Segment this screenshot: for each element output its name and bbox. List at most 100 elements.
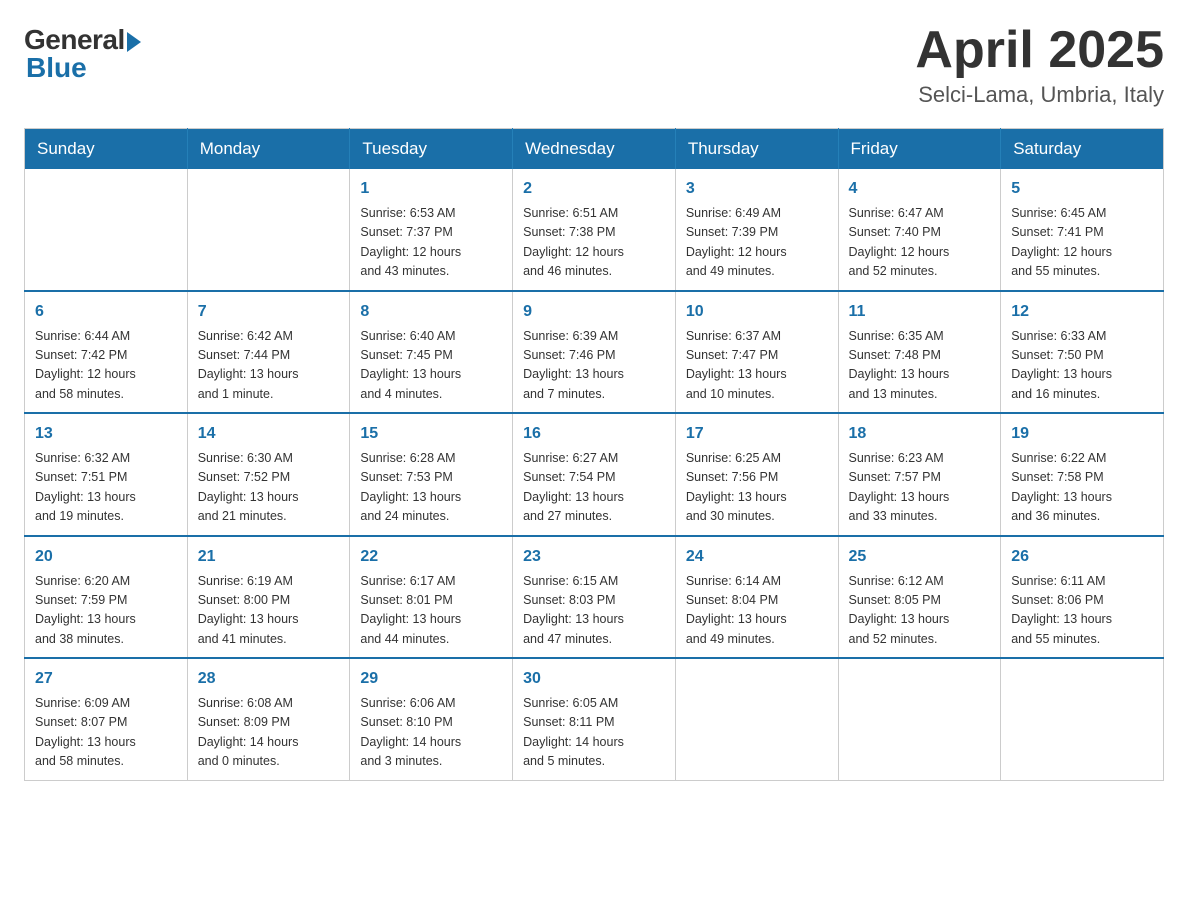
calendar-cell: 20 Sunrise: 6:20 AM Sunset: 7:59 PM Dayli… (25, 536, 188, 659)
calendar-cell: 7 Sunrise: 6:42 AM Sunset: 7:44 PM Daylig… (187, 291, 350, 414)
calendar-cell: 16Sunrise: 6:27 AM Sunset: 7:54 PM Dayli… (513, 413, 676, 536)
calendar-table: SundayMondayTuesdayWednesdayThursdayFrid… (24, 128, 1164, 781)
page-header: General Blue April 2025 Selci-Lama, Umbr… (24, 24, 1164, 108)
day-info: Sunrise: 6:39 AM Sunset: 7:46 PM Dayligh… (523, 327, 665, 405)
day-number: 26 (1011, 545, 1153, 569)
day-info: Sunrise: 6:32 AM Sunset: 7:51 PM Dayligh… (35, 449, 177, 527)
calendar-cell: 8 Sunrise: 6:40 AM Sunset: 7:45 PM Daylig… (350, 291, 513, 414)
day-number: 10 (686, 300, 828, 324)
calendar-cell: 23 Sunrise: 6:15 AM Sunset: 8:03 PM Dayli… (513, 536, 676, 659)
day-number: 22 (360, 545, 502, 569)
calendar-cell: 28Sunrise: 6:08 AM Sunset: 8:09 PM Dayli… (187, 658, 350, 780)
calendar-cell: 15 Sunrise: 6:28 AM Sunset: 7:53 PM Dayli… (350, 413, 513, 536)
day-info: Sunrise: 6:33 AM Sunset: 7:50 PM Dayligh… (1011, 327, 1153, 405)
day-number: 8 (360, 300, 502, 324)
calendar-header-thursday: Thursday (675, 129, 838, 170)
calendar-cell (187, 169, 350, 291)
calendar-week-5: 27 Sunrise: 6:09 AM Sunset: 8:07 PM Dayli… (25, 658, 1164, 780)
calendar-cell: 5 Sunrise: 6:45 AM Sunset: 7:41 PM Daylig… (1001, 169, 1164, 291)
day-info: Sunrise: 6:30 AM Sunset: 7:52 PM Dayligh… (198, 449, 340, 527)
calendar-header-wednesday: Wednesday (513, 129, 676, 170)
calendar-week-1: 1 Sunrise: 6:53 AM Sunset: 7:37 PM Daylig… (25, 169, 1164, 291)
day-info: Sunrise: 6:17 AM Sunset: 8:01 PM Dayligh… (360, 572, 502, 650)
day-number: 20 (35, 545, 177, 569)
calendar-cell: 9 Sunrise: 6:39 AM Sunset: 7:46 PM Daylig… (513, 291, 676, 414)
calendar-cell (25, 169, 188, 291)
day-number: 1 (360, 177, 502, 201)
day-info: Sunrise: 6:14 AM Sunset: 8:04 PM Dayligh… (686, 572, 828, 650)
day-info: Sunrise: 6:09 AM Sunset: 8:07 PM Dayligh… (35, 694, 177, 772)
day-number: 4 (849, 177, 991, 201)
day-info: Sunrise: 6:23 AM Sunset: 7:57 PM Dayligh… (849, 449, 991, 527)
day-info: Sunrise: 6:06 AM Sunset: 8:10 PM Dayligh… (360, 694, 502, 772)
calendar-cell: 21Sunrise: 6:19 AM Sunset: 8:00 PM Dayli… (187, 536, 350, 659)
day-number: 25 (849, 545, 991, 569)
calendar-header-row: SundayMondayTuesdayWednesdayThursdayFrid… (25, 129, 1164, 170)
day-info: Sunrise: 6:37 AM Sunset: 7:47 PM Dayligh… (686, 327, 828, 405)
day-number: 30 (523, 667, 665, 691)
calendar-cell: 11 Sunrise: 6:35 AM Sunset: 7:48 PM Dayli… (838, 291, 1001, 414)
calendar-header-monday: Monday (187, 129, 350, 170)
day-info: Sunrise: 6:53 AM Sunset: 7:37 PM Dayligh… (360, 204, 502, 282)
day-number: 14 (198, 422, 340, 446)
day-number: 27 (35, 667, 177, 691)
day-info: Sunrise: 6:11 AM Sunset: 8:06 PM Dayligh… (1011, 572, 1153, 650)
day-number: 9 (523, 300, 665, 324)
calendar-header-sunday: Sunday (25, 129, 188, 170)
location-title: Selci-Lama, Umbria, Italy (915, 82, 1164, 108)
calendar-header-friday: Friday (838, 129, 1001, 170)
calendar-cell (1001, 658, 1164, 780)
day-number: 2 (523, 177, 665, 201)
calendar-cell: 6 Sunrise: 6:44 AM Sunset: 7:42 PM Daylig… (25, 291, 188, 414)
day-info: Sunrise: 6:42 AM Sunset: 7:44 PM Dayligh… (198, 327, 340, 405)
day-info: Sunrise: 6:47 AM Sunset: 7:40 PM Dayligh… (849, 204, 991, 282)
calendar-cell: 17Sunrise: 6:25 AM Sunset: 7:56 PM Dayli… (675, 413, 838, 536)
day-number: 7 (198, 300, 340, 324)
day-number: 6 (35, 300, 177, 324)
day-info: Sunrise: 6:28 AM Sunset: 7:53 PM Dayligh… (360, 449, 502, 527)
day-info: Sunrise: 6:05 AM Sunset: 8:11 PM Dayligh… (523, 694, 665, 772)
calendar-cell: 26 Sunrise: 6:11 AM Sunset: 8:06 PM Dayli… (1001, 536, 1164, 659)
day-info: Sunrise: 6:44 AM Sunset: 7:42 PM Dayligh… (35, 327, 177, 405)
day-number: 13 (35, 422, 177, 446)
calendar-cell: 10 Sunrise: 6:37 AM Sunset: 7:47 PM Dayli… (675, 291, 838, 414)
day-info: Sunrise: 6:45 AM Sunset: 7:41 PM Dayligh… (1011, 204, 1153, 282)
calendar-header-saturday: Saturday (1001, 129, 1164, 170)
day-number: 19 (1011, 422, 1153, 446)
day-info: Sunrise: 6:08 AM Sunset: 8:09 PM Dayligh… (198, 694, 340, 772)
day-number: 29 (360, 667, 502, 691)
calendar-cell: 3 Sunrise: 6:49 AM Sunset: 7:39 PM Daylig… (675, 169, 838, 291)
day-number: 24 (686, 545, 828, 569)
calendar-cell: 30 Sunrise: 6:05 AM Sunset: 8:11 PM Dayli… (513, 658, 676, 780)
day-number: 11 (849, 300, 991, 324)
day-number: 15 (360, 422, 502, 446)
calendar-cell: 24 Sunrise: 6:14 AM Sunset: 8:04 PM Dayli… (675, 536, 838, 659)
calendar-cell: 18Sunrise: 6:23 AM Sunset: 7:57 PM Dayli… (838, 413, 1001, 536)
day-info: Sunrise: 6:22 AM Sunset: 7:58 PM Dayligh… (1011, 449, 1153, 527)
calendar-week-4: 20 Sunrise: 6:20 AM Sunset: 7:59 PM Dayli… (25, 536, 1164, 659)
calendar-cell: 25Sunrise: 6:12 AM Sunset: 8:05 PM Dayli… (838, 536, 1001, 659)
logo-arrow-icon (127, 32, 141, 52)
calendar-cell: 2Sunrise: 6:51 AM Sunset: 7:38 PM Daylig… (513, 169, 676, 291)
calendar-cell (838, 658, 1001, 780)
day-info: Sunrise: 6:35 AM Sunset: 7:48 PM Dayligh… (849, 327, 991, 405)
day-info: Sunrise: 6:49 AM Sunset: 7:39 PM Dayligh… (686, 204, 828, 282)
calendar-cell (675, 658, 838, 780)
day-info: Sunrise: 6:19 AM Sunset: 8:00 PM Dayligh… (198, 572, 340, 650)
month-title: April 2025 (915, 24, 1164, 76)
day-number: 17 (686, 422, 828, 446)
calendar-cell: 19 Sunrise: 6:22 AM Sunset: 7:58 PM Dayli… (1001, 413, 1164, 536)
logo-blue-text: Blue (26, 52, 87, 84)
calendar-cell: 29 Sunrise: 6:06 AM Sunset: 8:10 PM Dayli… (350, 658, 513, 780)
day-number: 16 (523, 422, 665, 446)
day-info: Sunrise: 6:15 AM Sunset: 8:03 PM Dayligh… (523, 572, 665, 650)
day-number: 3 (686, 177, 828, 201)
day-info: Sunrise: 6:40 AM Sunset: 7:45 PM Dayligh… (360, 327, 502, 405)
calendar-cell: 14 Sunrise: 6:30 AM Sunset: 7:52 PM Dayli… (187, 413, 350, 536)
day-number: 23 (523, 545, 665, 569)
calendar-week-2: 6 Sunrise: 6:44 AM Sunset: 7:42 PM Daylig… (25, 291, 1164, 414)
calendar-cell: 12Sunrise: 6:33 AM Sunset: 7:50 PM Dayli… (1001, 291, 1164, 414)
calendar-cell: 4 Sunrise: 6:47 AM Sunset: 7:40 PM Daylig… (838, 169, 1001, 291)
day-info: Sunrise: 6:20 AM Sunset: 7:59 PM Dayligh… (35, 572, 177, 650)
day-number: 5 (1011, 177, 1153, 201)
